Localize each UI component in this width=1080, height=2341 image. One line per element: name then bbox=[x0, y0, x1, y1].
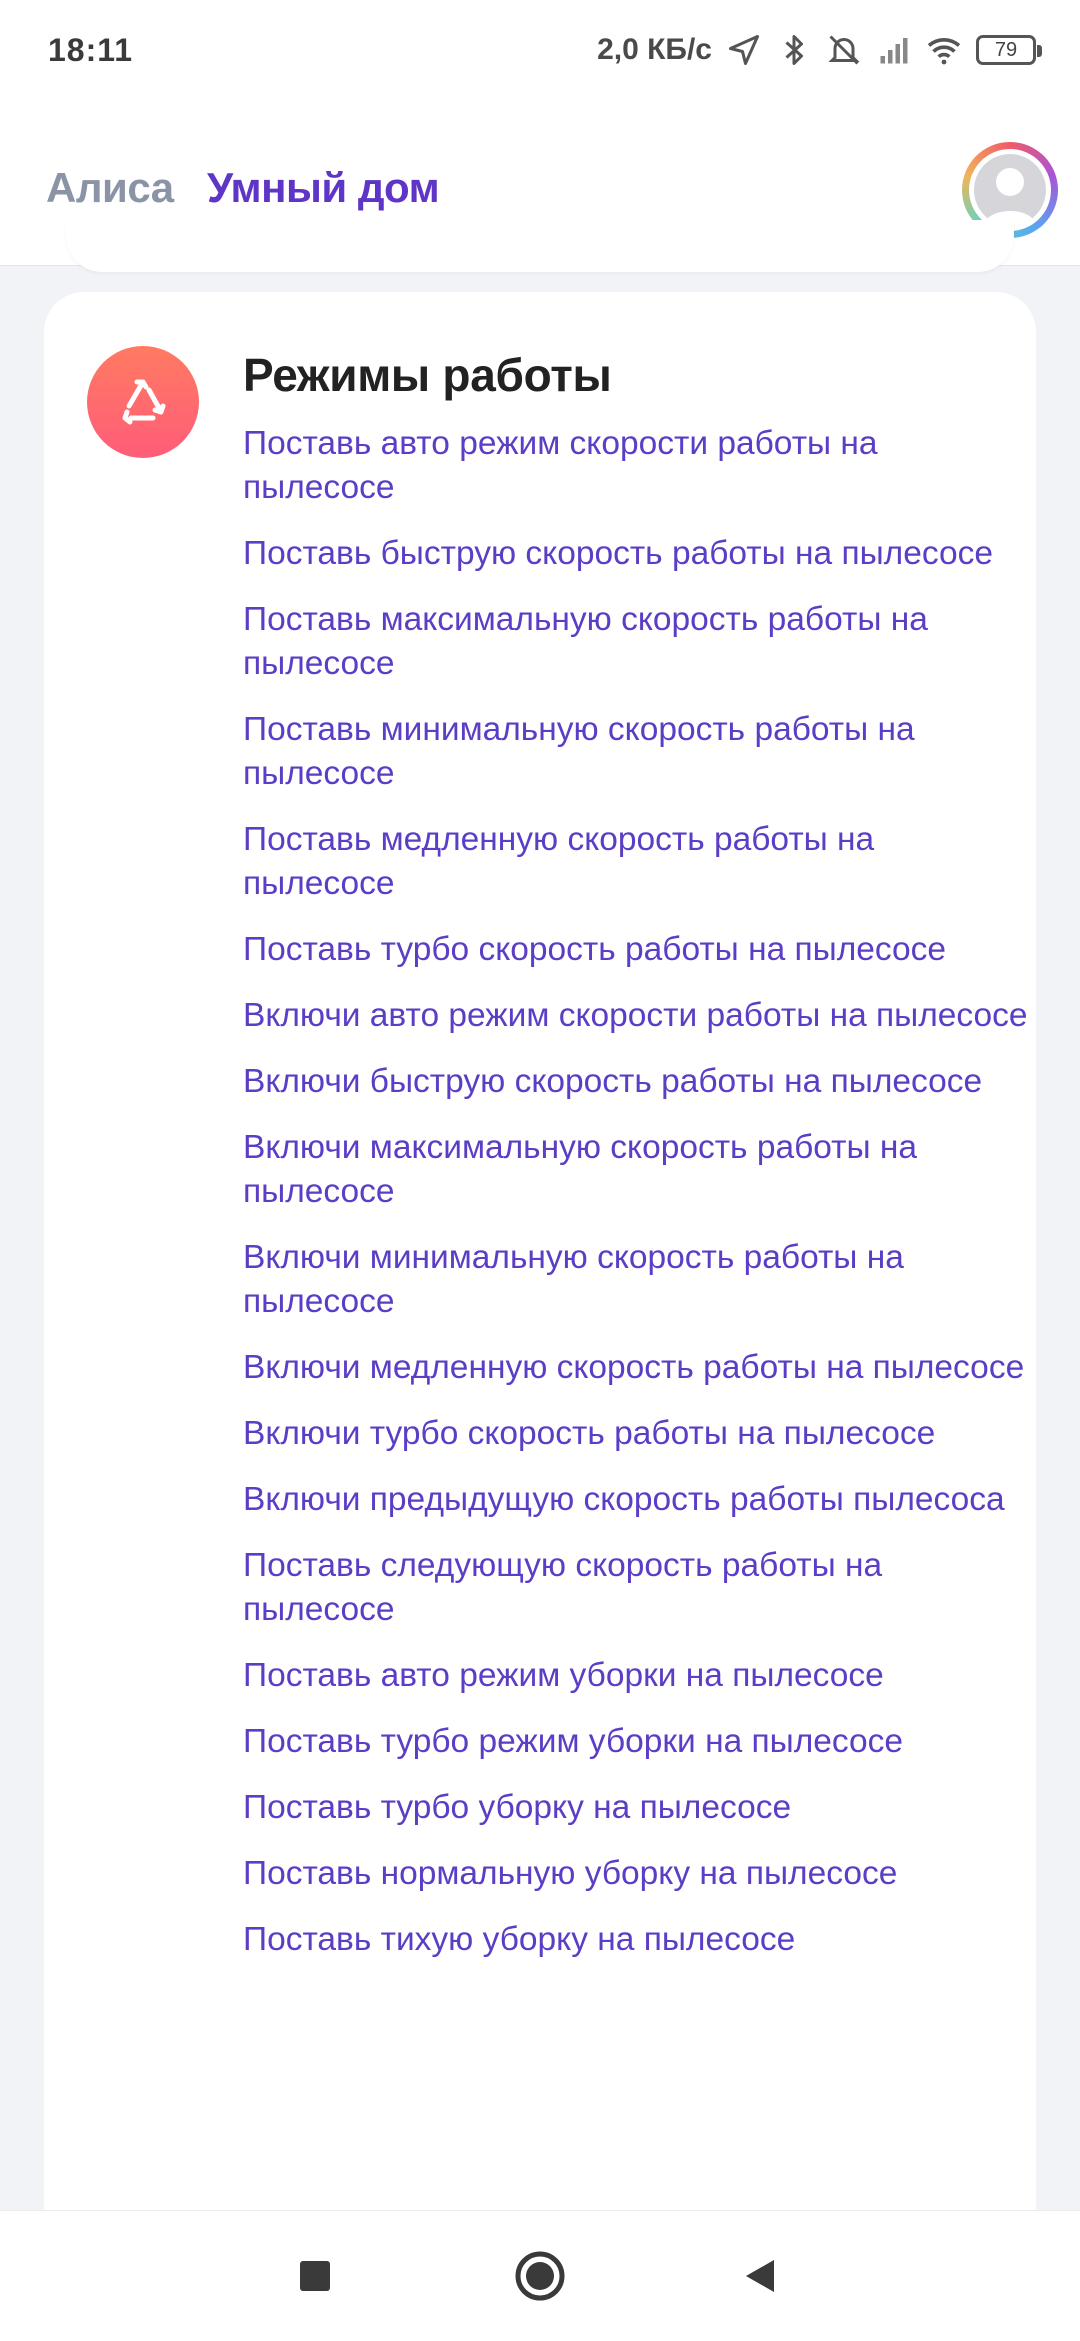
command-item[interactable]: Включи предыдущую скорость работы пылесо… bbox=[243, 1478, 1033, 1522]
navigation-bar bbox=[0, 2210, 1080, 2341]
status-bar: 18:11 2,0 КБ/с 79 bbox=[0, 0, 1080, 100]
card-title: Режимы работы bbox=[243, 349, 612, 401]
command-item[interactable]: Поставь тихую уборку на пылесосе bbox=[243, 1918, 1033, 1962]
tab-alice[interactable]: Алиса bbox=[46, 164, 174, 212]
previous-card-edge bbox=[66, 220, 1014, 272]
home-icon bbox=[515, 2251, 565, 2301]
command-item[interactable]: Включи максимальную скорость работы на п… bbox=[243, 1126, 1033, 1214]
battery-icon: 79 bbox=[976, 35, 1042, 65]
recycle-triangle-icon bbox=[87, 346, 199, 458]
command-item[interactable]: Поставь минимальную скорость работы на п… bbox=[243, 708, 1033, 796]
command-item[interactable]: Поставь быструю скорость работы на пылес… bbox=[243, 532, 1033, 576]
back-button[interactable] bbox=[700, 2211, 820, 2341]
command-item[interactable]: Включи авто режим скорости работы на пыл… bbox=[243, 994, 1033, 1038]
command-item[interactable]: Поставь турбо режим уборки на пылесосе bbox=[243, 1720, 1033, 1764]
signal-icon bbox=[880, 38, 908, 64]
command-item[interactable]: Поставь нормальную уборку на пылесосе bbox=[243, 1852, 1033, 1896]
command-item[interactable]: Поставь турбо уборку на пылесосе bbox=[243, 1786, 1033, 1830]
recent-apps-button[interactable] bbox=[255, 2211, 375, 2341]
work-modes-card: Режимы работы Поставь авто режим скорост… bbox=[44, 292, 1036, 2242]
command-list: Поставь авто режим скорости работы на пы… bbox=[243, 422, 1033, 1984]
command-item[interactable]: Включи быструю скорость работы на пылесо… bbox=[243, 1060, 1033, 1104]
battery-level: 79 bbox=[994, 38, 1018, 61]
tab-smart-home[interactable]: Умный дом bbox=[207, 164, 440, 212]
command-item[interactable]: Включи турбо скорость работы на пылесосе bbox=[243, 1412, 1033, 1456]
command-item[interactable]: Поставь следующую скорость работы на пыл… bbox=[243, 1544, 1033, 1632]
user-silhouette-icon bbox=[974, 154, 1046, 226]
status-icons: 2,0 КБ/с 79 bbox=[597, 32, 1042, 68]
network-speed: 2,0 КБ/с bbox=[597, 33, 712, 66]
command-item[interactable]: Поставь авто режим скорости работы на пы… bbox=[243, 422, 1033, 510]
home-button[interactable] bbox=[480, 2211, 600, 2341]
status-time: 18:11 bbox=[48, 31, 134, 68]
command-item[interactable]: Включи минимальную скорость работы на пы… bbox=[243, 1236, 1033, 1324]
recent-apps-icon bbox=[300, 2261, 330, 2291]
bluetooth-icon bbox=[785, 35, 803, 65]
location-icon bbox=[729, 35, 759, 65]
command-item[interactable]: Включи медленную скорость работы на пыле… bbox=[243, 1346, 1033, 1390]
command-item[interactable]: Поставь медленную скорость работы на пыл… bbox=[243, 818, 1033, 906]
back-icon bbox=[746, 2260, 774, 2292]
wifi-icon bbox=[927, 38, 961, 65]
command-item[interactable]: Поставь максимальную скорость работы на … bbox=[243, 598, 1033, 686]
command-item[interactable]: Поставь авто режим уборки на пылесосе bbox=[243, 1654, 1033, 1698]
command-item[interactable]: Поставь турбо скорость работы на пылесос… bbox=[243, 928, 1033, 972]
mute-alarm-icon bbox=[828, 35, 860, 65]
